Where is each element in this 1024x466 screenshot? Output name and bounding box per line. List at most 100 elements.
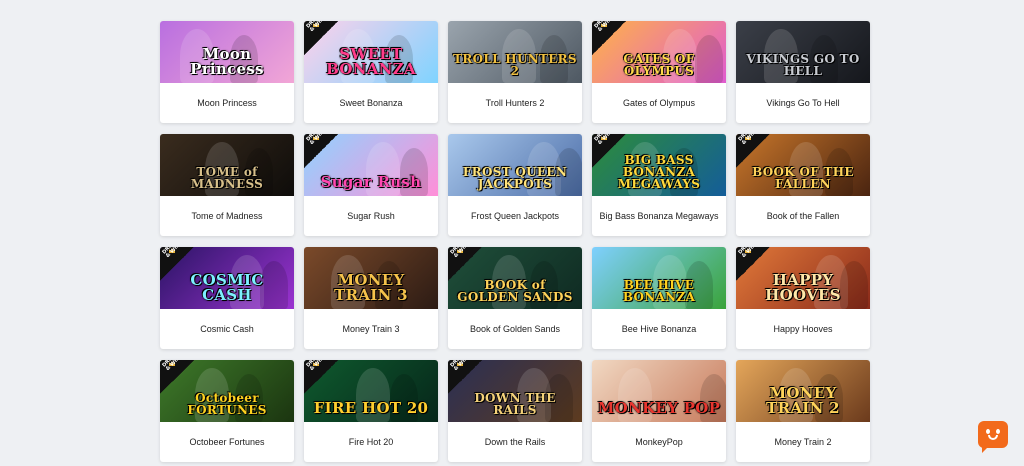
game-thumbnail[interactable]: MONEY TRAIN 3 (304, 247, 438, 309)
game-thumbnail[interactable]: DOWN THE RAILS DROPS & WINS (448, 360, 582, 422)
game-card[interactable]: SWEET BONANZADROPS & WINSSweet Bonanza (304, 21, 438, 123)
game-card[interactable]: BEE HIVE BONANZA Bee Hive Bonanza (592, 247, 726, 349)
drops-wins-badge: DROPS & WINS (592, 134, 626, 168)
game-thumbnail[interactable]: MONKEY POP (592, 360, 726, 422)
game-card[interactable]: Sugar Rush DROPS & WINS Sugar Rush (304, 134, 438, 236)
drops-wins-label: DROPS & WINS (161, 360, 185, 373)
game-title[interactable]: Happy Hooves (736, 309, 870, 349)
game-card[interactable]: TOME of MADNESS Tome of Madness (160, 134, 294, 236)
game-title[interactable]: Book of Golden Sands (448, 309, 582, 349)
game-logo: Moon Princess (190, 45, 264, 78)
game-thumbnail[interactable]: FROST QUEEN JACKPOTS (448, 134, 582, 196)
game-title[interactable]: Sugar Rush (304, 196, 438, 236)
game-thumbnail[interactable]: BIG BASS BONANZA MEGAWAYSDROPS & WINS (592, 134, 726, 196)
drops-wins-badge: DROPS & WINS (736, 134, 770, 168)
game-title[interactable]: Gates of Olympus (592, 83, 726, 123)
game-title[interactable]: MonkeyPop (592, 422, 726, 462)
game-thumbnail[interactable]: GATES OF OLYMPUS DROPS & WINS (592, 21, 726, 83)
drops-wins-badge: DROPS & WINS (304, 360, 338, 394)
game-logo: FROST QUEEN JACKPOTS (462, 165, 568, 191)
game-title[interactable]: Moon Princess (160, 83, 294, 123)
drops-wins-label: DROPS & WINS (449, 247, 473, 260)
game-card[interactable]: VIKINGS GO TO HELL Vikings Go To Hell (736, 21, 870, 123)
game-card[interactable]: HAPPY HOOVESDROPS & WINSHappy Hooves (736, 247, 870, 349)
drops-wins-label: DROPS & WINS (161, 247, 185, 260)
game-thumbnail[interactable]: TOME of MADNESS (160, 134, 294, 196)
game-card[interactable]: Moon Princess Moon Princess (160, 21, 294, 123)
game-logo: BOOK OF THE FALLEN (752, 165, 854, 191)
game-thumbnail[interactable]: TROLL HUNTERS 2 (448, 21, 582, 83)
drops-wins-badge: DROPS & WINS (448, 360, 482, 394)
game-title[interactable]: Book of the Fallen (736, 196, 870, 236)
game-thumbnail[interactable]: BEE HIVE BONANZA (592, 247, 726, 309)
drops-wins-badge: DROPS & WINS (736, 247, 770, 281)
game-logo: BOOK of GOLDEN SANDS (457, 278, 573, 304)
game-logo: FIRE HOT 20 (313, 399, 429, 417)
game-card[interactable]: MONEY TRAIN 3 Money Train 3 (304, 247, 438, 349)
game-thumbnail[interactable]: COSMIC CASHDROPS & WINS (160, 247, 294, 309)
game-card[interactable]: TROLL HUNTERS 2 Troll Hunters 2 (448, 21, 582, 123)
game-title[interactable]: Sweet Bonanza (304, 83, 438, 123)
game-title[interactable]: Big Bass Bonanza Megaways (592, 196, 726, 236)
game-card[interactable]: BIG BASS BONANZA MEGAWAYSDROPS & WINSBig… (592, 134, 726, 236)
game-title[interactable]: Troll Hunters 2 (448, 83, 582, 123)
drops-wins-label: DROPS & WINS (305, 360, 329, 373)
drops-wins-badge: DROPS & WINS (304, 21, 338, 55)
game-card[interactable]: FROST QUEEN JACKPOTS Frost Queen Jackpots (448, 134, 582, 236)
game-thumbnail[interactable]: HAPPY HOOVESDROPS & WINS (736, 247, 870, 309)
game-title[interactable]: Octobeer Fortunes (160, 422, 294, 462)
game-thumbnail[interactable]: MONEY TRAIN 2 (736, 360, 870, 422)
game-logo: MONEY TRAIN 2 (766, 384, 840, 417)
game-logo: DOWN THE RAILS (474, 391, 556, 417)
drops-wins-label: DROPS & WINS (449, 360, 473, 373)
drops-wins-badge: DROPS & WINS (304, 134, 338, 168)
game-logo: MONKEY POP (597, 399, 721, 417)
game-logo: VIKINGS GO TO HELL (746, 52, 860, 78)
game-card[interactable]: MONEY TRAIN 2 Money Train 2 (736, 360, 870, 462)
chat-smile-icon (985, 429, 1001, 441)
game-logo: TROLL HUNTERS 2 (453, 52, 577, 78)
drops-wins-label: DROPS & WINS (737, 247, 761, 260)
game-thumbnail[interactable]: VIKINGS GO TO HELL (736, 21, 870, 83)
game-card[interactable]: MONKEY POP MonkeyPop (592, 360, 726, 462)
game-title[interactable]: Money Train 2 (736, 422, 870, 462)
game-logo: BEE HIVE BONANZA (622, 278, 696, 304)
game-thumbnail[interactable]: FIRE HOT 20 DROPS & WINS (304, 360, 438, 422)
game-thumbnail[interactable]: BOOK of GOLDEN SANDS DROPS & WINS (448, 247, 582, 309)
game-logo: TOME of MADNESS (190, 165, 264, 191)
game-logo: Sugar Rush (320, 173, 422, 191)
game-title[interactable]: Down the Rails (448, 422, 582, 462)
game-title[interactable]: Tome of Madness (160, 196, 294, 236)
drops-wins-badge: DROPS & WINS (160, 360, 194, 394)
game-card[interactable]: GATES OF OLYMPUS DROPS & WINS Gates of Oly… (592, 21, 726, 123)
drops-wins-label: DROPS & WINS (305, 134, 329, 147)
game-title[interactable]: Vikings Go To Hell (736, 83, 870, 123)
drops-wins-label: DROPS & WINS (737, 134, 761, 147)
game-title[interactable]: Money Train 3 (304, 309, 438, 349)
game-thumbnail[interactable]: Octobeer FORTUNES DROPS & WINS (160, 360, 294, 422)
game-title[interactable]: Fire Hot 20 (304, 422, 438, 462)
game-thumbnail[interactable]: BOOK OF THE FALLEN DROPS & WINS (736, 134, 870, 196)
drops-wins-badge: DROPS & WINS (160, 247, 194, 281)
game-card[interactable]: DOWN THE RAILS DROPS & WINS Down the Rails (448, 360, 582, 462)
drops-wins-label: DROPS & WINS (593, 21, 617, 34)
drops-wins-badge: DROPS & WINS (448, 247, 482, 281)
game-thumbnail[interactable]: Sugar Rush DROPS & WINS (304, 134, 438, 196)
game-title[interactable]: Cosmic Cash (160, 309, 294, 349)
game-card[interactable]: BOOK of GOLDEN SANDS DROPS & WINS Book of … (448, 247, 582, 349)
drops-wins-label: DROPS & WINS (305, 21, 329, 34)
game-logo: Octobeer FORTUNES (187, 391, 267, 417)
game-logo: GATES OF OLYMPUS (623, 52, 695, 78)
chat-widget-button[interactable] (978, 421, 1008, 448)
drops-wins-badge: DROPS & WINS (592, 21, 626, 55)
game-thumbnail[interactable]: SWEET BONANZADROPS & WINS (304, 21, 438, 83)
game-card[interactable]: COSMIC CASHDROPS & WINSCosmic Cash (160, 247, 294, 349)
game-title[interactable]: Frost Queen Jackpots (448, 196, 582, 236)
game-logo: MONEY TRAIN 3 (334, 271, 408, 304)
game-card[interactable]: Octobeer FORTUNES DROPS & WINS Octobeer Fo… (160, 360, 294, 462)
game-title[interactable]: Bee Hive Bonanza (592, 309, 726, 349)
game-card[interactable]: FIRE HOT 20 DROPS & WINS Fire Hot 20 (304, 360, 438, 462)
game-grid: Moon PrincessMoon PrincessSWEET BONANZAD… (160, 21, 871, 462)
game-card[interactable]: BOOK OF THE FALLEN DROPS & WINS Book of th… (736, 134, 870, 236)
game-thumbnail[interactable]: Moon Princess (160, 21, 294, 83)
